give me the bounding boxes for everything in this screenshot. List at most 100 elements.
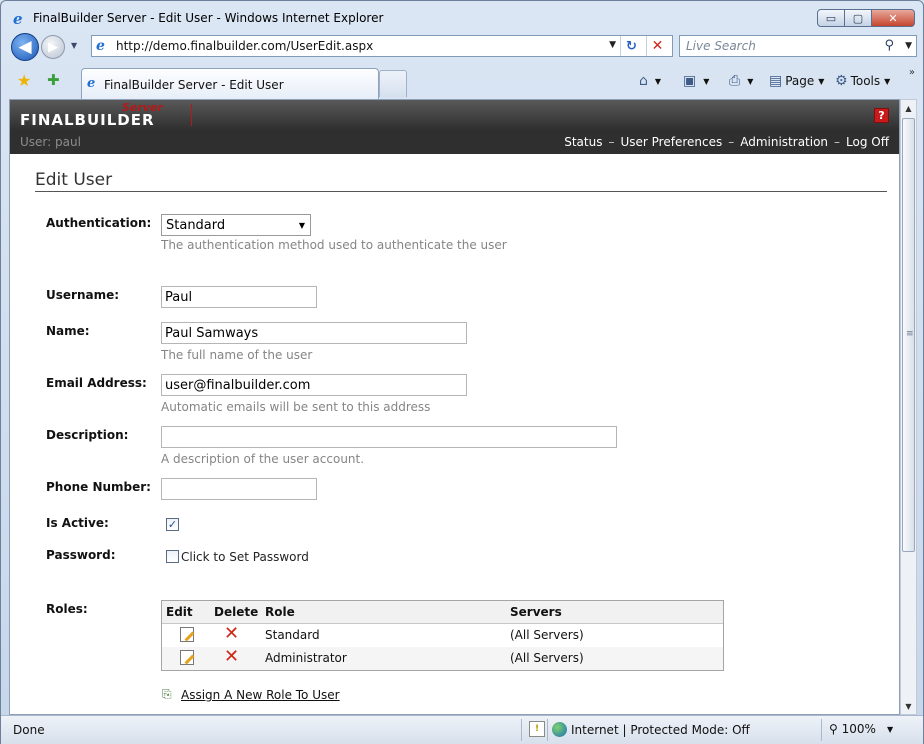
authentication-hint: The authentication method used to authen… — [161, 238, 507, 252]
roles-table: Edit Delete Role Servers ✕ Standard (All… — [161, 600, 724, 671]
column-header-role: Role — [265, 605, 295, 619]
window-controls: ▭ ▢ ✕ — [817, 9, 915, 27]
is-active-label: Is Active: — [46, 516, 109, 530]
gear-icon: ⚙ — [835, 73, 848, 89]
name-label: Name: — [46, 324, 90, 338]
username-field[interactable]: Paul — [161, 286, 317, 308]
tab-page-icon: e — [87, 76, 96, 91]
refresh-icon[interactable]: ↻ — [620, 36, 642, 56]
delete-x-icon[interactable]: ✕ — [224, 648, 239, 666]
set-password-label[interactable]: Click to Set Password — [181, 550, 309, 564]
browser-window: e FinalBuilder Server - Edit User - Wind… — [0, 0, 924, 744]
description-label: Description: — [46, 428, 129, 442]
main-nav: Status – User Preferences – Administrati… — [564, 135, 889, 149]
nav-separator: – — [608, 135, 615, 149]
email-field[interactable]: user@finalbuilder.com — [161, 374, 467, 396]
nav-separator: – — [728, 135, 735, 149]
zoom-dropdown-icon[interactable]: ▼ — [887, 725, 893, 734]
page-menu-label: Page — [785, 74, 815, 88]
home-button[interactable]: ⌂ ▼ — [639, 73, 661, 89]
status-divider — [821, 719, 822, 741]
scrollbar-thumb[interactable]: ≡ — [902, 118, 915, 552]
nav-user-preferences-link[interactable]: User Preferences — [620, 135, 722, 149]
internet-globe-icon — [552, 722, 567, 737]
feeds-button[interactable]: ▣ ▼ — [683, 73, 709, 89]
logo-divider — [191, 104, 192, 126]
print-dropdown-icon[interactable]: ▼ — [747, 77, 753, 86]
finalbuilder-logo[interactable]: FINALBUILDER — [20, 111, 155, 129]
description-field[interactable] — [161, 426, 617, 448]
print-button[interactable]: ⎙ ▼ — [729, 73, 753, 89]
page-menu-button[interactable]: ▤ Page ▼ — [769, 73, 824, 89]
feeds-dropdown-icon[interactable]: ▼ — [703, 77, 709, 86]
recent-pages-dropdown-icon[interactable]: ▼ — [71, 41, 77, 50]
assign-role-link[interactable]: Assign A New Role To User — [181, 688, 340, 702]
home-icon: ⌂ — [639, 73, 648, 89]
security-zone-text[interactable]: Internet | Protected Mode: Off — [571, 723, 750, 737]
roles-table-header: Edit Delete Role Servers — [162, 601, 723, 624]
delete-x-icon[interactable]: ✕ — [224, 625, 239, 643]
email-hint: Automatic emails will be sent to this ad… — [161, 400, 431, 414]
roles-label: Roles: — [46, 602, 88, 616]
nav-administration-link[interactable]: Administration — [740, 135, 828, 149]
address-dropdown-icon[interactable]: ▼ — [609, 40, 616, 50]
scroll-down-arrow-icon[interactable]: ▼ — [901, 698, 916, 714]
printer-icon: ⎙ — [729, 73, 741, 89]
table-row: ✕ Administrator (All Servers) — [162, 647, 723, 670]
description-hint: A description of the user account. — [161, 452, 365, 466]
page-menu-dropdown-icon: ▼ — [818, 76, 825, 86]
search-box[interactable]: Live Search ⚲ ▼ — [679, 35, 917, 57]
address-bar[interactable]: e http://demo.finalbuilder.com/UserEdit.… — [91, 35, 673, 57]
set-password-checkbox[interactable] — [166, 550, 179, 563]
status-divider — [547, 719, 548, 741]
current-user-label: User: paul — [20, 135, 81, 149]
scroll-up-arrow-icon[interactable]: ▲ — [901, 100, 916, 116]
home-dropdown-icon[interactable]: ▼ — [655, 77, 661, 86]
nav-status-link[interactable]: Status — [564, 135, 602, 149]
new-document-icon: ⎘ — [162, 687, 172, 701]
is-active-checkbox[interactable]: ✓ — [166, 518, 179, 531]
role-name: Standard — [265, 628, 320, 642]
table-row: ✕ Standard (All Servers) — [162, 624, 723, 647]
add-favorite-icon[interactable]: ✚ — [47, 71, 60, 89]
email-label: Email Address: — [46, 376, 147, 390]
maximize-button[interactable]: ▢ — [844, 9, 872, 27]
column-header-delete: Delete — [214, 605, 259, 619]
page-icon: e — [96, 38, 105, 54]
stop-icon[interactable]: ✕ — [646, 36, 668, 56]
navigation-bar: ◀ ▶ ▼ e http://demo.finalbuilder.com/Use… — [1, 31, 923, 63]
new-tab-button[interactable] — [379, 70, 407, 97]
status-text: Done — [13, 723, 45, 737]
zoom-level[interactable]: ⚲ 100% — [829, 722, 876, 736]
favorites-star-icon[interactable]: ★ — [17, 71, 31, 90]
nav-log-off-link[interactable]: Log Off — [846, 135, 889, 149]
title-divider — [35, 191, 887, 192]
help-icon[interactable]: ? — [874, 108, 889, 123]
security-warning-icon[interactable]: ! — [529, 721, 545, 737]
address-url[interactable]: http://demo.finalbuilder.com/UserEdit.as… — [116, 39, 373, 53]
tab-edit-user[interactable]: e FinalBuilder Server - Edit User — [81, 68, 379, 99]
username-label: Username: — [46, 288, 120, 302]
edit-pencil-icon[interactable] — [180, 650, 194, 665]
more-commands-chevron-icon[interactable]: » — [909, 67, 915, 78]
search-placeholder: Live Search — [686, 39, 756, 53]
back-button[interactable]: ◀ — [11, 33, 39, 61]
phone-label: Phone Number: — [46, 480, 151, 494]
edit-pencil-icon[interactable] — [180, 627, 194, 642]
vertical-scrollbar[interactable]: ▲ ≡ ▼ — [900, 99, 917, 715]
status-divider — [521, 719, 522, 741]
close-window-button[interactable]: ✕ — [871, 9, 915, 27]
name-field[interactable]: Paul Samways — [161, 322, 467, 344]
search-options-dropdown-icon[interactable]: ▼ — [905, 41, 912, 51]
app-header: Server FINALBUILDER ? — [10, 100, 899, 130]
minimize-button[interactable]: ▭ — [817, 9, 845, 27]
authentication-select[interactable]: Standard ▼ — [161, 214, 311, 236]
tools-menu-label: Tools — [850, 74, 881, 88]
search-icon[interactable]: ⚲ — [884, 38, 894, 53]
app-nav-bar: User: paul Status – User Preferences – A… — [10, 130, 899, 154]
nav-separator: – — [834, 135, 841, 149]
tools-menu-button[interactable]: ⚙ Tools ▼ — [835, 73, 890, 89]
phone-field[interactable] — [161, 478, 317, 500]
role-servers: (All Servers) — [510, 628, 584, 642]
forward-button[interactable]: ▶ — [41, 35, 65, 59]
